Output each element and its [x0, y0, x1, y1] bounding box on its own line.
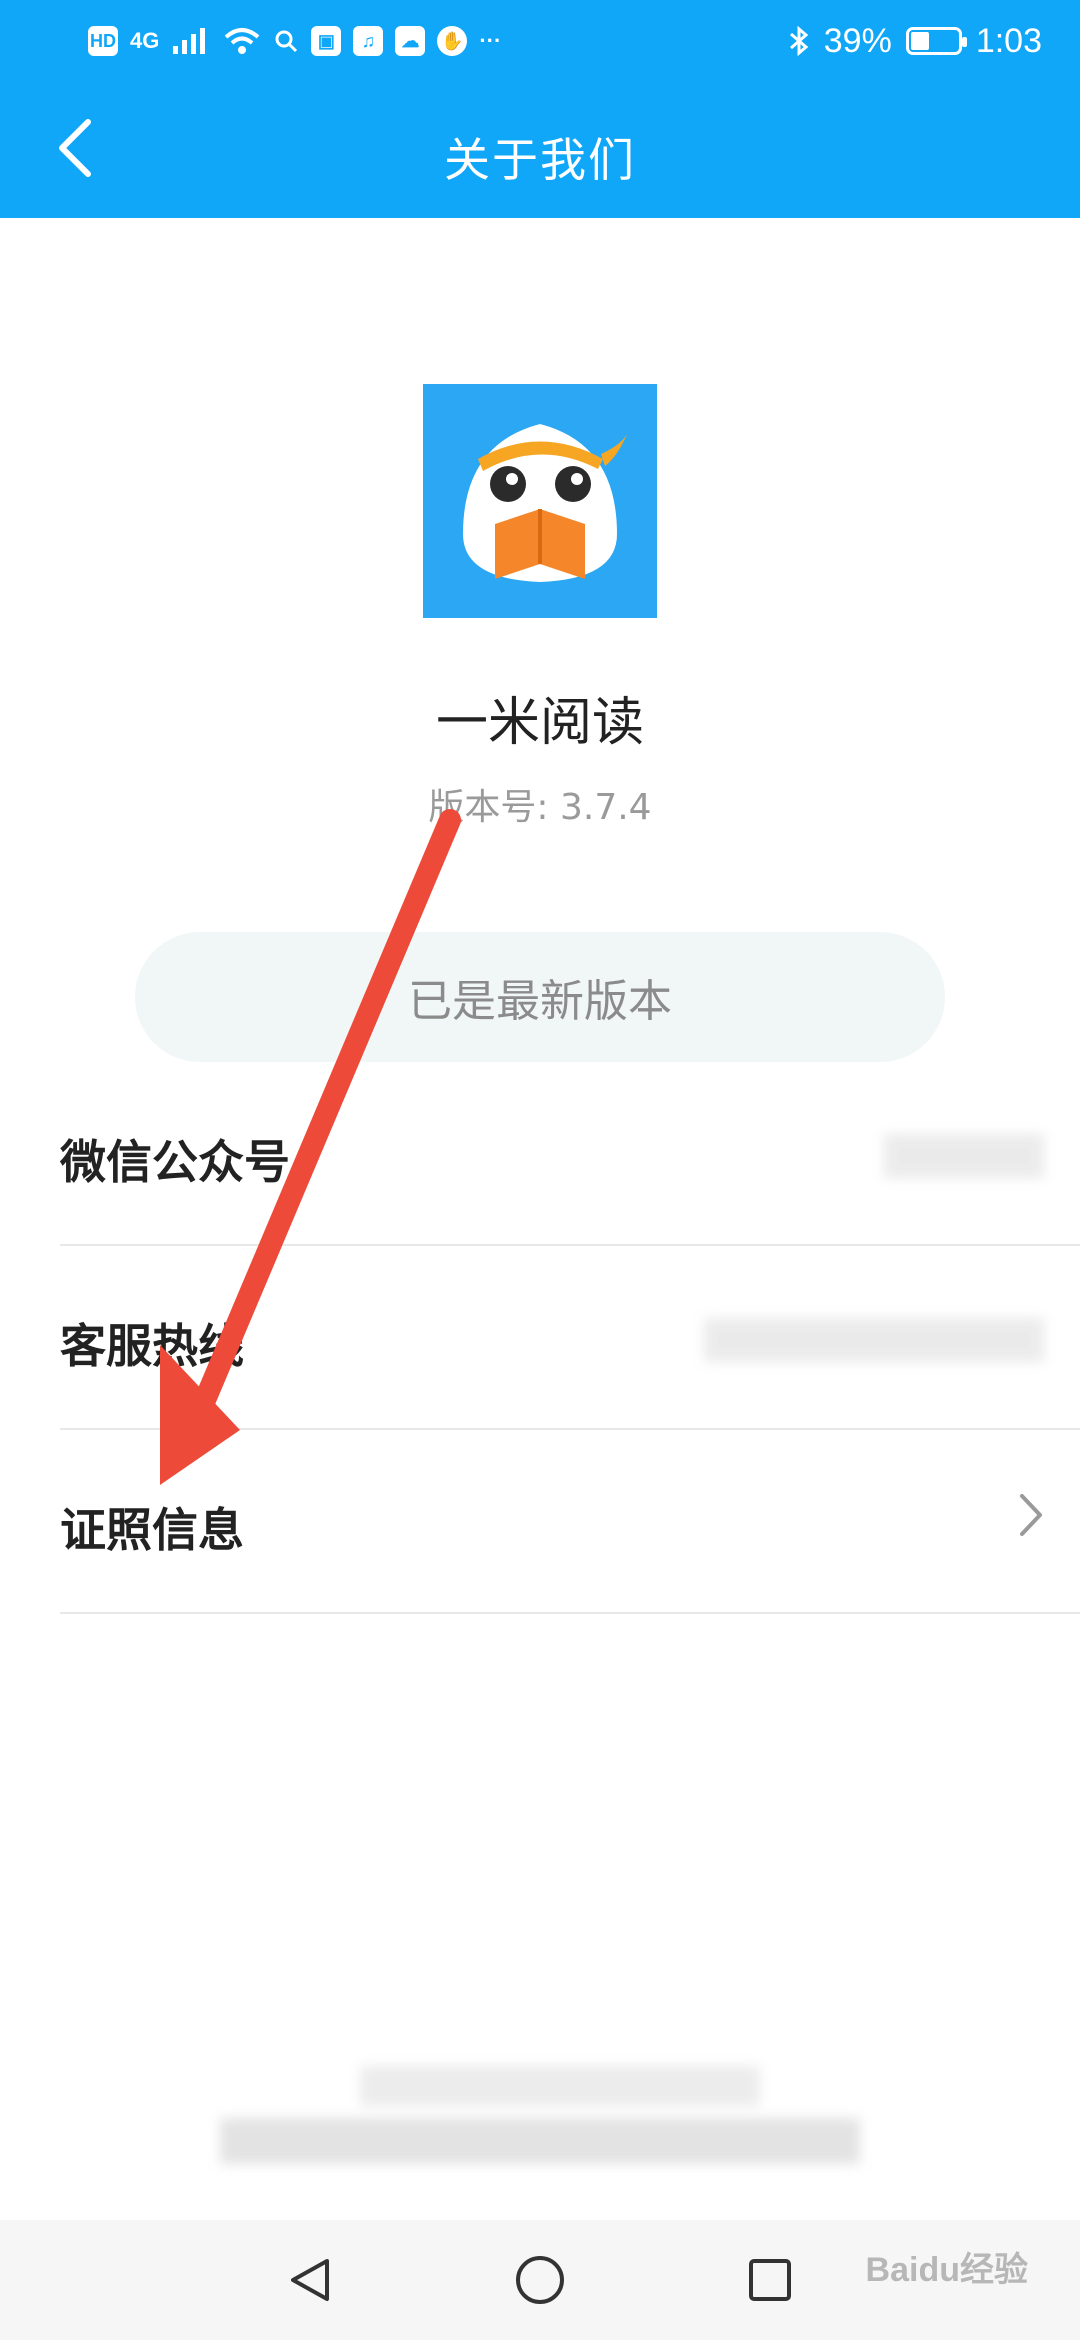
triangle-back-icon: [291, 2259, 329, 2301]
status-left-icons: HD 4G ▣ ♫ ☁ ✋ ···: [88, 26, 501, 56]
music-icon: ♫: [353, 26, 384, 56]
hd-icon: HD: [88, 26, 118, 56]
watermark: Baidu经验: [865, 2251, 1028, 2289]
page-title: 关于我们: [444, 133, 636, 187]
circle-home-icon: [516, 2256, 564, 2304]
app-logo: [423, 384, 657, 618]
hand-icon: ✋: [437, 26, 468, 56]
more-notifications-icon: ···: [479, 28, 502, 53]
wechat-account-row[interactable]: 微信公众号: [60, 1062, 1080, 1246]
clock: 1:03: [975, 21, 1042, 60]
redacted-company-name: [360, 2066, 760, 2106]
license-info-row[interactable]: 证照信息: [60, 1430, 1080, 1614]
row-label: 微信公众号: [60, 1135, 290, 1189]
customer-service-row[interactable]: 客服热线: [60, 1246, 1080, 1430]
redacted-value: [884, 1134, 1044, 1178]
row-label: 证照信息: [60, 1503, 244, 1557]
status-bar: HD 4G ▣ ♫ ☁ ✋ ··· 39% 1:03: [0, 0, 1080, 82]
rice-ball-mascot-icon: [463, 424, 628, 582]
status-right-icons: 39% 1:03: [788, 22, 1042, 61]
battery-icon: [905, 27, 967, 55]
row-label: 客服热线: [60, 1319, 244, 1373]
redacted-value: [704, 1318, 1044, 1362]
nav-back-button[interactable]: [280, 2250, 340, 2310]
redacted-copyright: [220, 2118, 860, 2164]
huawei-app-icon: ▣: [311, 26, 342, 56]
chevron-right-icon: [1020, 1494, 1042, 1536]
bluetooth-icon: [789, 25, 809, 57]
network-type-label: 4G: [130, 28, 160, 53]
square-recents-icon: [749, 2259, 791, 2301]
wifi-icon: [225, 28, 260, 54]
battery-fill: [910, 32, 929, 50]
app-bar: 关于我们: [0, 82, 1080, 218]
nav-recents-button[interactable]: [740, 2250, 800, 2310]
check-update-button[interactable]: 已是最新版本: [135, 932, 945, 1062]
app-version: 版本号: 3.7.4: [428, 787, 652, 828]
app-name: 一米阅读: [435, 693, 644, 753]
weather-icon: ☁: [395, 26, 426, 56]
search-icon: [275, 30, 298, 53]
nav-home-button[interactable]: [510, 2250, 570, 2310]
signal-icon: [173, 28, 206, 54]
battery-percent: 39%: [823, 21, 892, 60]
